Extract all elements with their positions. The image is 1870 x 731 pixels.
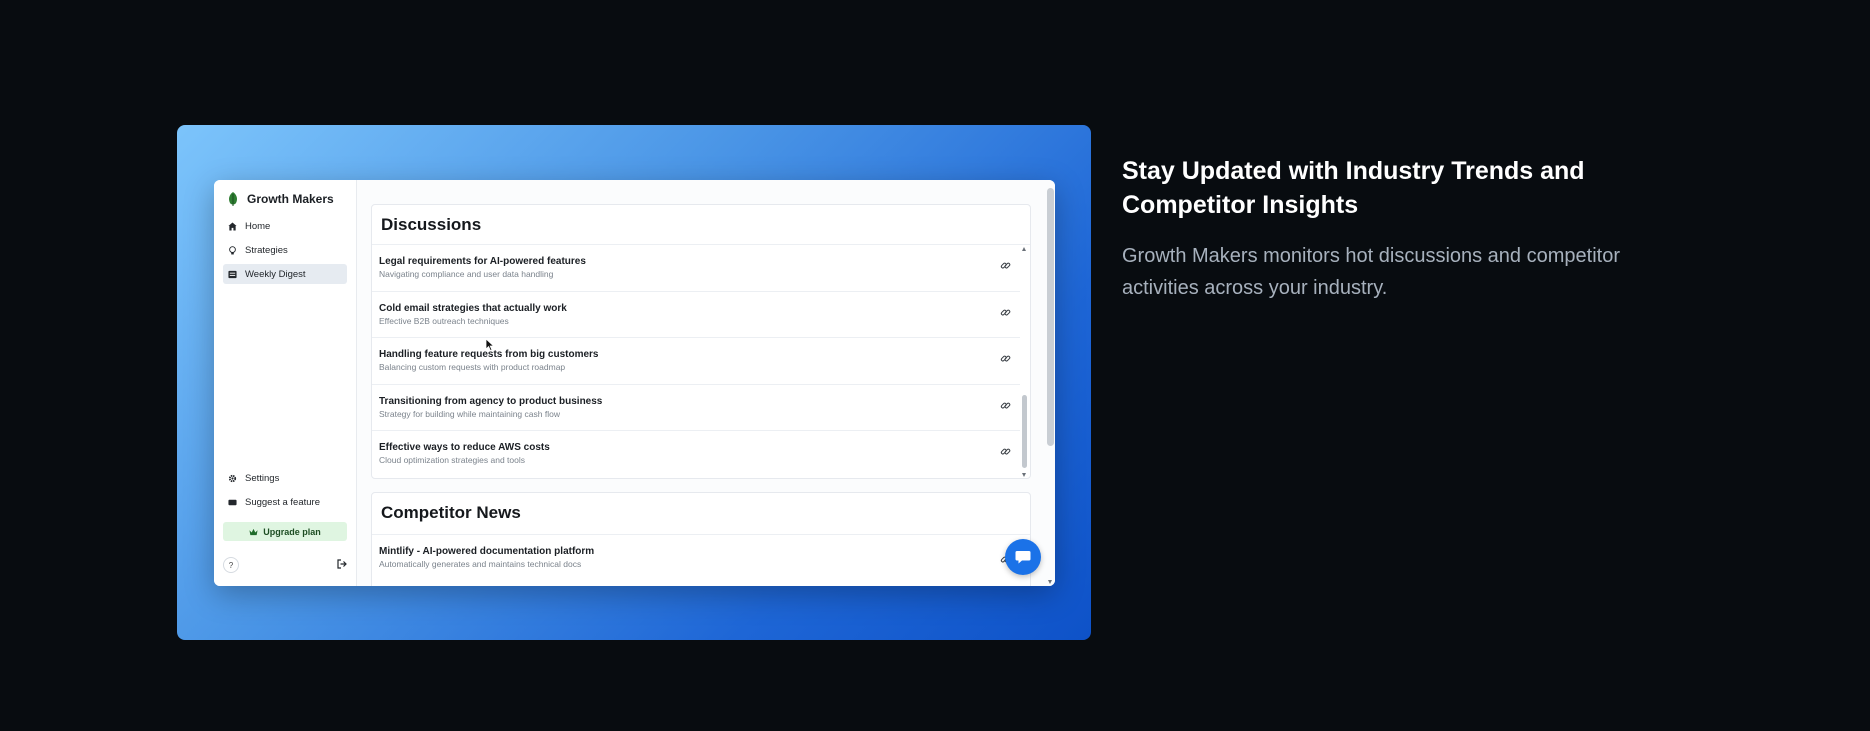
crown-icon xyxy=(249,528,258,535)
home-icon xyxy=(228,221,237,231)
logout-icon xyxy=(337,559,347,569)
list-item[interactable]: Legal requirements for AI-powered featur… xyxy=(372,245,1020,292)
feature-description: Growth Makers monitors hot discussions a… xyxy=(1122,245,1620,299)
competitor-news-list[interactable]: Mintlify - AI-powered documentation plat… xyxy=(372,535,1030,582)
link-icon[interactable] xyxy=(1000,307,1011,318)
newspaper-icon xyxy=(228,270,237,278)
link-icon[interactable] xyxy=(1000,446,1011,457)
discussions-scrollbar[interactable] xyxy=(1021,247,1028,477)
list-item[interactable]: Transitioning from agency to product bus… xyxy=(372,385,1020,432)
sidebar-item-suggest-feature[interactable]: Suggest a feature xyxy=(223,492,347,512)
feature-copy: Stay Updated with Industry Trends and Co… xyxy=(1122,154,1642,304)
lightbulb-icon xyxy=(229,245,236,254)
list-item-title: Effective ways to reduce AWS costs xyxy=(379,442,550,454)
sidebar-footer: ? xyxy=(223,556,347,574)
list-item[interactable]: Cold email strategies that actually work… xyxy=(372,292,1020,339)
scroll-down-arrow-icon[interactable] xyxy=(1048,580,1052,584)
upgrade-plan-button[interactable]: Upgrade plan xyxy=(223,522,347,541)
sidebar-item-strategies[interactable]: Strategies xyxy=(223,240,347,260)
list-item-title: Handling feature requests from big custo… xyxy=(379,349,599,361)
chat-button[interactable] xyxy=(1005,539,1041,575)
link-icon[interactable] xyxy=(1000,353,1011,364)
main-content: Discussions Legal requirements for AI-po… xyxy=(357,180,1055,586)
list-item-title: Legal requirements for AI-powered featur… xyxy=(379,256,586,267)
list-item-subtitle: Balancing custom requests with product r… xyxy=(379,362,566,373)
scroll-down-arrow-icon[interactable] xyxy=(1022,472,1026,477)
main-scrollbar[interactable] xyxy=(1046,188,1055,586)
list-item[interactable]: Mintlify - AI-powered documentation plat… xyxy=(372,535,1020,582)
sidebar: Growth Makers Home Strategies Weekly Dig… xyxy=(214,180,357,586)
sidebar-item-label: Home xyxy=(245,220,271,232)
sidebar-item-label: Settings xyxy=(245,472,280,484)
list-item-subtitle: Automatically generates and maintains te… xyxy=(379,558,582,569)
mouse-cursor-icon xyxy=(485,338,495,352)
list-item-title: Cold email strategies that actually work xyxy=(379,302,567,314)
logout-button[interactable] xyxy=(337,556,347,574)
brand-name: Growth Makers xyxy=(247,192,334,206)
leaf-logo-icon xyxy=(229,192,237,206)
gear-icon xyxy=(228,474,237,482)
sidebar-item-weekly-digest[interactable]: Weekly Digest xyxy=(223,264,347,284)
list-item-title: Mintlify - AI-powered documentation plat… xyxy=(379,545,595,557)
help-button[interactable]: ? xyxy=(223,557,239,573)
sidebar-item-label: Weekly Digest xyxy=(245,268,306,280)
link-icon[interactable] xyxy=(1000,400,1011,411)
list-item-subtitle: Navigating compliance and user data hand… xyxy=(379,269,554,279)
list-item-subtitle: Effective B2B outreach techniques xyxy=(379,315,509,326)
upgrade-plan-label: Upgrade plan xyxy=(263,526,321,537)
list-item[interactable]: Handling feature requests from big custo… xyxy=(372,338,1020,385)
competitor-news-title: Competitor News xyxy=(372,493,1030,535)
discussions-panel: Discussions Legal requirements for AI-po… xyxy=(371,204,1031,479)
discussions-title: Discussions xyxy=(372,205,1030,245)
list-item-subtitle: Strategy for building while maintaining … xyxy=(379,408,560,419)
sidebar-item-label: Suggest a feature xyxy=(245,496,320,508)
scrollbar-thumb[interactable] xyxy=(1022,395,1027,468)
discussions-list[interactable]: Legal requirements for AI-powered featur… xyxy=(372,245,1030,478)
list-item-title: Transitioning from agency to product bus… xyxy=(379,395,603,407)
sidebar-item-settings[interactable]: Settings xyxy=(223,468,347,488)
sidebar-item-label: Strategies xyxy=(245,244,288,256)
brand[interactable]: Growth Makers xyxy=(223,190,347,216)
list-item-subtitle: Cloud optimization strategies and tools xyxy=(379,455,525,466)
link-icon[interactable] xyxy=(1000,260,1011,271)
message-icon xyxy=(228,499,237,505)
list-item[interactable]: Effective ways to reduce AWS costs Cloud… xyxy=(372,431,1020,478)
competitor-news-panel: Competitor News Mintlify - AI-powered do… xyxy=(371,491,1031,586)
sidebar-bottom-nav: Settings Suggest a feature Upgrade plan xyxy=(223,468,347,541)
app-window: Growth Makers Home Strategies Weekly Dig… xyxy=(214,180,1055,586)
scrollbar-thumb[interactable] xyxy=(1047,188,1054,446)
chat-bubble-icon xyxy=(1015,551,1031,564)
scroll-up-arrow-icon[interactable] xyxy=(1022,247,1026,251)
feature-heading: Stay Updated with Industry Trends and Co… xyxy=(1122,157,1585,219)
sidebar-item-home[interactable]: Home xyxy=(223,216,347,236)
